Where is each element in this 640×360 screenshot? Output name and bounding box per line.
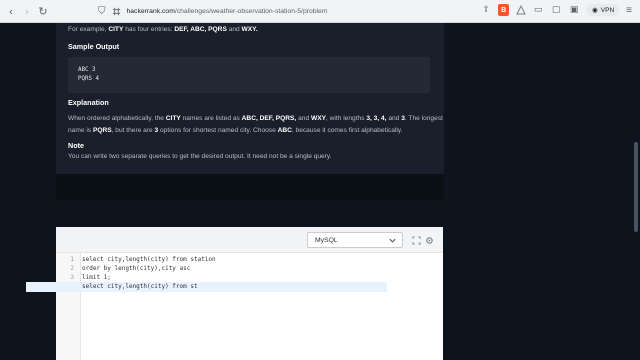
address-bar[interactable]: hackerrank.com/challenges/weather-observ… (112, 3, 476, 20)
vpn-button[interactable]: ◉ VPN (586, 4, 621, 16)
forward-icon[interactable]: › (20, 3, 34, 19)
url-host: hackerrank.com (126, 7, 175, 15)
vpn-icon: ◉ (592, 7, 598, 14)
language-select[interactable]: MySQL (307, 232, 403, 248)
explanation-line-1: When ordered alphabetically, the CITY na… (68, 115, 443, 122)
active-line-highlight (26, 282, 387, 292)
extensions-icon[interactable]: ▢ (550, 3, 562, 17)
brave-shield-icon[interactable]: B (498, 4, 510, 16)
explanation-heading: Explanation (68, 98, 109, 107)
explanation-line-2: name is PQRS, but there are 3 options fo… (68, 127, 403, 134)
panel-footer (56, 174, 444, 200)
browser-toolbar: ‹ › ↻ ⛉ hackerrank.com/challenges/weathe… (0, 0, 640, 23)
line-number: 1 (70, 256, 74, 263)
url-path: /challenges/weather-observation-station-… (174, 7, 328, 15)
site-info-icon[interactable] (112, 6, 122, 16)
note-heading: Note (68, 141, 84, 150)
code-line[interactable]: order by length(city),city asc (82, 264, 190, 273)
chevron-down-icon (388, 236, 397, 245)
bookmark-icon[interactable]: ⛉ (98, 6, 106, 17)
code-line[interactable]: limit 1; (82, 273, 111, 282)
code-line[interactable]: select city,length(city) from st (82, 282, 198, 291)
example-text: For example, CITY has four entries: DEF,… (68, 26, 258, 33)
sample-output-heading: Sample Output (68, 42, 120, 51)
line-number: 3 (70, 274, 74, 281)
vpn-label: VPN (600, 6, 615, 14)
url-text: hackerrank.com/challenges/weather-observ… (127, 8, 328, 15)
rewards-icon[interactable] (515, 5, 526, 16)
gear-icon[interactable] (424, 235, 434, 245)
wallet-icon[interactable]: ▣ (568, 3, 580, 17)
nav-controls: ‹ › ↻ (4, 3, 50, 19)
back-icon[interactable]: ‹ (4, 3, 18, 19)
sample-output-block: ABC 3 PQRS 4 (68, 57, 430, 93)
sample-output-line: ABC 3 (78, 67, 96, 73)
editor-toolbar: MySQL (56, 227, 443, 253)
menu-icon[interactable]: ≡ (626, 5, 632, 16)
code-editor: MySQL 1 2 3 4 (56, 227, 443, 360)
note-text: You can write two separate queries to ge… (68, 153, 332, 160)
line-number: 2 (70, 265, 74, 272)
line-gutter: 1 2 3 4 (56, 253, 81, 360)
language-value: MySQL (315, 236, 338, 244)
sidebar-icon[interactable]: ▭ (532, 3, 544, 17)
code-line[interactable]: select city,length(city) from station (82, 255, 216, 264)
fullscreen-icon[interactable] (411, 235, 421, 245)
page-scrollbar-thumb[interactable] (634, 142, 638, 232)
toolbar-actions: ⇪ B ▭ ▢ ▣ ◉ VPN ≡ (480, 3, 632, 17)
reload-icon[interactable]: ↻ (36, 3, 50, 19)
share-icon[interactable]: ⇪ (480, 3, 492, 17)
sample-output-line: PQRS 4 (78, 76, 99, 82)
